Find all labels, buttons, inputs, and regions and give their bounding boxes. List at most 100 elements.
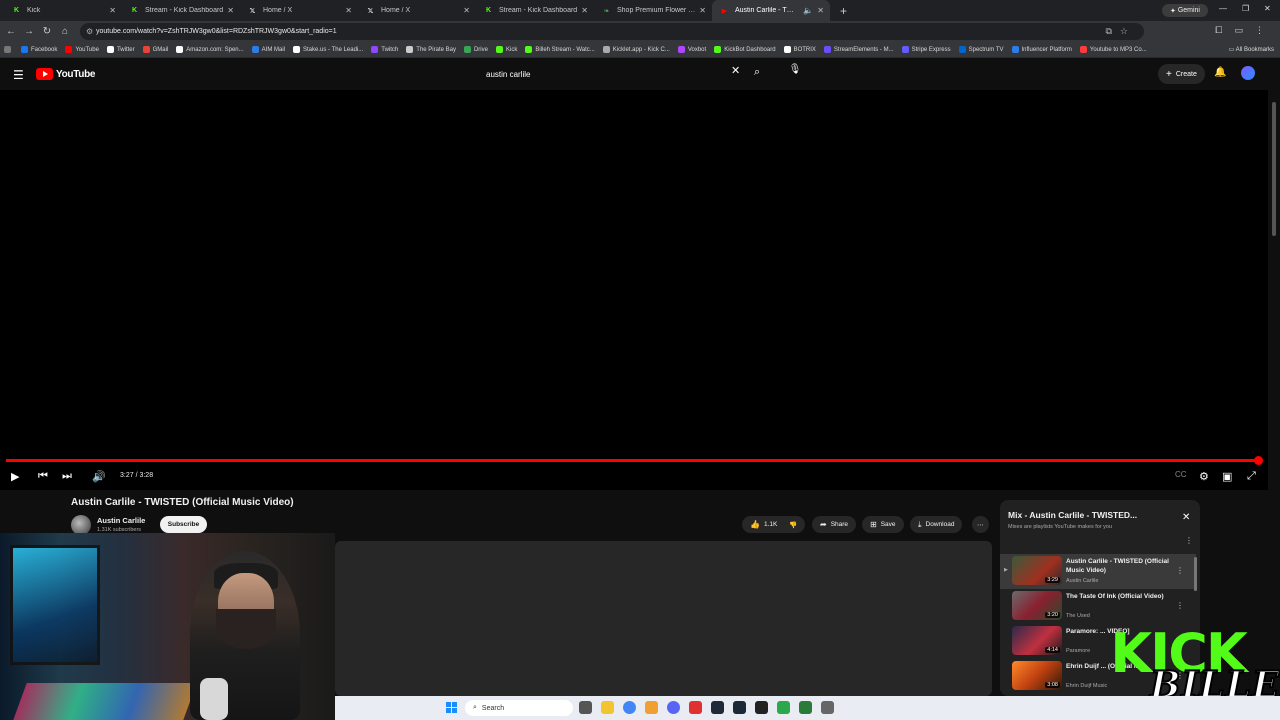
thumbs-down-icon[interactable]: 👎: [789, 521, 797, 529]
discord-icon[interactable]: [667, 701, 680, 714]
clear-search-icon[interactable]: ✕: [731, 64, 740, 77]
close-tab-icon[interactable]: ✕: [463, 6, 470, 15]
app-icon-3[interactable]: [711, 701, 724, 714]
bookmark-item[interactable]: Spectrum TV: [958, 46, 1004, 53]
bookmark-item[interactable]: Amazon.com: Spen...: [176, 46, 244, 53]
more-vert-icon[interactable]: ⋮: [1176, 566, 1184, 575]
close-playlist-icon[interactable]: ✕: [1182, 512, 1190, 523]
description-box[interactable]: [335, 541, 992, 696]
bookmark-item[interactable]: KickBot Dashboard: [714, 46, 776, 53]
playlist-scrollbar[interactable]: [1194, 557, 1197, 591]
app-icon-1[interactable]: [645, 701, 658, 714]
more-actions-button[interactable]: ⋯: [972, 516, 989, 533]
back-icon[interactable]: ←: [2, 26, 20, 37]
download-button[interactable]: ⤓ Download: [910, 516, 963, 533]
close-tab-icon[interactable]: ✕: [817, 6, 824, 15]
next-icon[interactable]: ⏭: [62, 470, 72, 483]
share-button[interactable]: ➦ Share: [812, 516, 857, 533]
close-tab-icon[interactable]: ✕: [345, 6, 352, 15]
minimize-icon[interactable]: —: [1219, 4, 1227, 13]
bookmark-item[interactable]: The Pirate Bay: [406, 46, 456, 53]
save-button[interactable]: ⊞ Save: [862, 516, 904, 533]
create-button[interactable]: + Create: [1158, 64, 1205, 84]
search-input[interactable]: austin carlile: [478, 64, 748, 84]
close-window-icon[interactable]: ✕: [1264, 4, 1271, 13]
extensions-icon[interactable]: ⧠▭⋮: [1215, 25, 1276, 36]
captions-icon[interactable]: CC: [1175, 470, 1187, 479]
browser-tab[interactable]: K Stream - Kick Dashboard ✕: [476, 0, 594, 21]
close-tab-icon[interactable]: ✕: [109, 6, 116, 15]
bookmark-item[interactable]: Stake.us - The Leadi...: [293, 46, 363, 53]
obs-icon[interactable]: [755, 701, 768, 714]
chrome-icon[interactable]: [623, 701, 636, 714]
close-tab-icon[interactable]: ✕: [227, 6, 234, 15]
bookmark-item[interactable]: Billeh Stream - Watc...: [525, 46, 595, 53]
settings-app-icon[interactable]: [821, 701, 834, 714]
bookmark-item[interactable]: Twitch: [371, 46, 398, 53]
subscribe-button[interactable]: Subscribe: [160, 516, 207, 533]
playlist-item[interactable]: 3:20 The Taste Of Ink (Official Video) The…: [1000, 589, 1196, 624]
mute-icon[interactable]: 🔈: [803, 6, 813, 15]
youtube-logo[interactable]: YouTube: [36, 68, 96, 80]
home-icon[interactable]: ⌂: [56, 26, 74, 37]
bookmark-item[interactable]: YouTube: [65, 46, 99, 53]
gemini-button[interactable]: ✦ Gemini: [1162, 4, 1208, 17]
app-icon-4[interactable]: [799, 701, 812, 714]
play-icon[interactable]: ▶: [11, 470, 19, 483]
channel-avatar[interactable]: [71, 515, 91, 535]
task-view-icon[interactable]: [579, 701, 592, 714]
playlist-menu-icon[interactable]: ⋮: [1185, 536, 1193, 545]
account-avatar[interactable]: [1241, 66, 1255, 80]
browser-tab[interactable]: K Kick ✕: [4, 0, 122, 21]
bookmark-item[interactable]: Facebook: [21, 46, 57, 53]
bookmark-item[interactable]: Twitter: [106, 46, 135, 53]
bookmark-item[interactable]: Drive: [463, 46, 488, 53]
forward-icon[interactable]: →: [20, 26, 38, 37]
video-player[interactable]: [0, 90, 1268, 490]
microphone-icon[interactable]: 🎙: [788, 64, 802, 78]
settings-icon[interactable]: ⚙: [1199, 470, 1209, 483]
channel-name[interactable]: Austin Carlile: [97, 516, 145, 525]
bookmark-item[interactable]: Voxbot: [677, 46, 706, 53]
close-tab-icon[interactable]: ✕: [581, 6, 588, 15]
reload-icon[interactable]: ↻: [38, 26, 56, 37]
bookmark-item[interactable]: BOTRIX: [783, 46, 816, 53]
bookmark-item[interactable]: AIM Mail: [251, 46, 285, 53]
windows-start-icon[interactable]: [446, 702, 458, 714]
bookmark-item[interactable]: GMail: [142, 46, 168, 53]
steam-icon[interactable]: [733, 701, 746, 714]
browser-tab[interactable]: K Stream - Kick Dashboard ✕: [122, 0, 240, 21]
progress-bar[interactable]: [6, 459, 1258, 462]
site-info-icon[interactable]: ⚙: [86, 27, 93, 36]
all-bookmarks[interactable]: ▭ All Bookmarks: [1229, 46, 1274, 53]
more-vert-icon[interactable]: ⋮: [1176, 601, 1184, 610]
playlist-item[interactable]: ▶ 3:29 Austin Carlile - TWISTED (Official …: [1000, 554, 1196, 589]
bookmark-item[interactable]: Kick: [495, 46, 517, 53]
close-tab-icon[interactable]: ✕: [699, 6, 706, 15]
bookmark-item[interactable]: Youtube to MP3 Co...: [1079, 46, 1147, 53]
new-tab-button[interactable]: +: [840, 4, 847, 18]
maximize-icon[interactable]: ❐: [1242, 4, 1249, 13]
fullscreen-icon[interactable]: ⤢: [1247, 470, 1256, 483]
like-button[interactable]: 👍 1.1K 👎: [742, 516, 806, 533]
progress-scrubber[interactable]: [1254, 456, 1263, 465]
app-icon-2[interactable]: [689, 701, 702, 714]
url-bar[interactable]: ⚙ youtube.com/watch?v=ZshTRJW3gw0&list=R…: [80, 23, 1144, 40]
apps-icon[interactable]: [4, 46, 11, 53]
taskbar-search[interactable]: ⌕ Search: [465, 700, 573, 716]
browser-tab[interactable]: 𝕏 Home / X ✕: [358, 0, 476, 21]
bookmark-item[interactable]: Influencer Platform: [1011, 46, 1072, 53]
notifications-icon[interactable]: 🔔: [1214, 67, 1226, 78]
bookmark-item[interactable]: StreamElements - M...: [823, 46, 894, 53]
xbox-icon[interactable]: [777, 701, 790, 714]
browser-tab[interactable]: ❧ Shop Premium Flower | Surter... ✕: [594, 0, 712, 21]
previous-icon[interactable]: ⏮: [38, 470, 48, 483]
bookmark-star-icon[interactable]: ⧉☆: [1106, 26, 1137, 37]
bookmark-item[interactable]: Kicklet.app - Kick C...: [602, 46, 670, 53]
page-scrollbar[interactable]: [1272, 102, 1276, 236]
file-explorer-icon[interactable]: [601, 701, 614, 714]
miniplayer-icon[interactable]: ▣: [1222, 470, 1232, 483]
search-icon[interactable]: ⌕: [754, 66, 760, 79]
menu-icon[interactable]: ☰: [13, 68, 24, 82]
browser-tab[interactable]: 𝕏 Home / X ✕: [240, 0, 358, 21]
